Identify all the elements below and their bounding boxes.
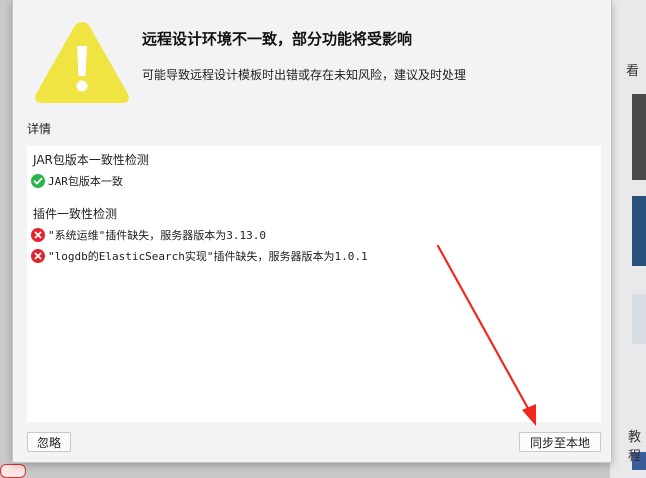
warning-triangle-icon [35,22,129,103]
environment-mismatch-dialog: 远程设计环境不一致，部分功能将受影响 可能导致远程设计模板时出错或存在未知风险，… [12,0,612,463]
error-circle-icon [31,249,45,263]
background-thumbnail [632,196,646,266]
check-circle-icon [31,174,45,188]
check-result-text: "logdb的ElasticSearch实现"插件缺失，服务器版本为1.0.1 [48,250,368,263]
details-label: 详情 [27,122,52,136]
details-panel[interactable]: JAR包版本一致性检测 JAR包版本一致 插件一致性检测 "系统运维"插件缺失，… [27,146,601,422]
error-circle-icon [31,228,45,242]
background-badge [0,464,26,478]
list-item: "logdb的ElasticSearch实现"插件缺失，服务器版本为1.0.1 [31,248,368,264]
check-result-text: "系统运维"插件缺失，服务器版本为3.13.0 [48,229,266,242]
background-thumbnail [632,94,646,180]
list-item: JAR包版本一致 [31,173,123,189]
sync-to-local-button[interactable]: 同步至本地 [519,432,601,452]
ignore-button[interactable]: 忽略 [27,432,71,452]
list-item: "系统运维"插件缺失，服务器版本为3.13.0 [31,227,266,243]
section-title-jar: JAR包版本一致性检测 [33,153,149,167]
dialog-subtitle: 可能导致远程设计模板时出错或存在未知风险，建议及时处理 [142,68,467,82]
section-title-plugin: 插件一致性检测 [33,207,118,221]
dialog-title: 远程设计环境不一致，部分功能将受影响 [142,30,413,48]
check-result-text: JAR包版本一致 [48,175,123,188]
background-thumbnail [632,294,646,344]
background-text: 教程 [628,430,642,464]
background-text: 看 [626,64,640,79]
